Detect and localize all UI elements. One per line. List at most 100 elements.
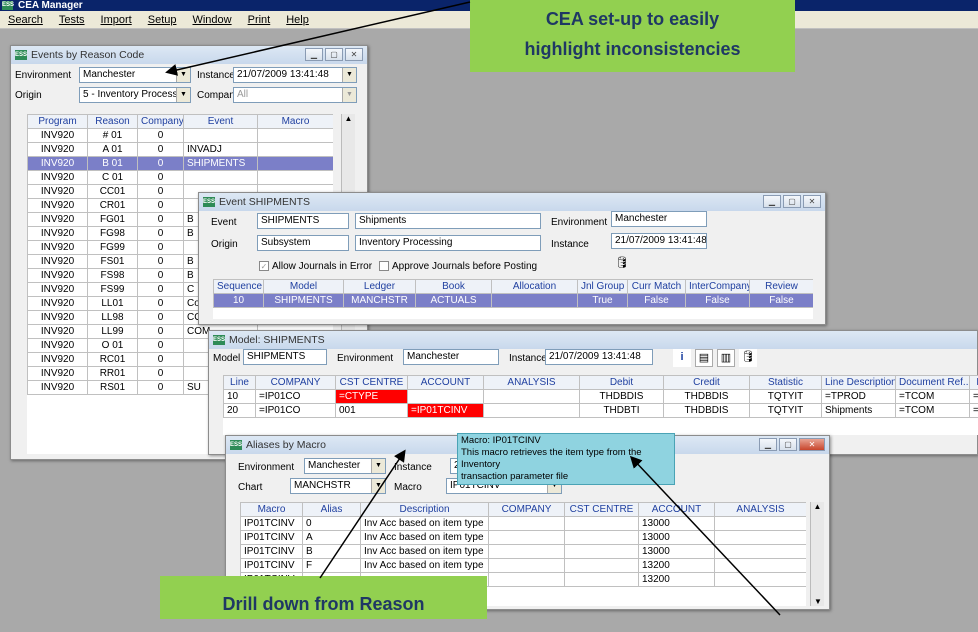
table-row[interactable]: INV920A 010INVADJ [28,143,334,157]
col-header[interactable]: Sequence [214,280,264,294]
origin-desc-field[interactable]: Inventory Processing [355,235,541,251]
col-header[interactable]: Curr Match [628,280,686,294]
allow-journals-checkbox[interactable]: ✓Allow Journals in Error [259,261,372,272]
col-header[interactable]: Description [361,503,489,517]
instance-field[interactable]: 21/07/2009 13:41:48 [611,233,707,249]
col-header[interactable]: Macro [241,503,303,517]
table-row[interactable]: IP01TCINV0Inv Acc based on item type1300… [241,517,807,531]
col-header[interactable]: CST CENTRE [336,376,408,390]
menu-tests[interactable]: Tests [51,14,93,26]
table-row[interactable]: INV920# 010 [28,129,334,143]
table-row[interactable]: 10SHIPMENTSMANCHSTRACTUALSTrueFalseFalse… [214,294,814,308]
menu-setup[interactable]: Setup [140,14,185,26]
col-event[interactable]: Event [184,115,258,129]
col-header[interactable]: ANALYSIS [715,503,807,517]
col-header[interactable]: ACCOUNT [408,376,484,390]
approve-journals-checkbox[interactable]: Approve Journals before Posting [379,261,537,272]
col-header[interactable]: Model [264,280,344,294]
col-header[interactable]: Statistic [750,376,822,390]
environment-label: Environment [551,217,607,228]
instance-select[interactable]: 21/07/2009 13:41:48▼ [233,67,357,83]
table-cell: FS98 [88,269,138,283]
document-edit-icon[interactable]: ▥ [717,349,735,367]
scroll-up-icon[interactable]: ▲ [342,114,355,123]
table-cell [489,517,565,531]
minimize-button[interactable]: ▁ [763,195,781,208]
table-row[interactable]: INV920B 010SHIPMENTS [28,157,334,171]
model-field[interactable]: SHIPMENTS [243,349,327,365]
minimize-button[interactable]: ▁ [305,48,323,61]
col-company[interactable]: Company [138,115,184,129]
environment-label: Environment [15,70,71,81]
col-reason[interactable]: Reason [88,115,138,129]
col-header[interactable]: ACCOUNT [639,503,715,517]
table-cell [492,294,578,308]
origin-select[interactable]: 5 - Inventory Processin▼ [79,87,191,103]
minimize-button[interactable]: ▁ [759,438,777,451]
col-header[interactable]: Debit [580,376,664,390]
instance-field[interactable]: 21/07/2009 13:41:48 [545,349,653,365]
menu-print[interactable]: Print [240,14,279,26]
table-row[interactable]: IP01TCINVBInv Acc based on item type1300… [241,545,807,559]
table-cell: False [750,294,814,308]
col-program[interactable]: Program [28,115,88,129]
menu-window[interactable]: Window [184,14,239,26]
col-header[interactable]: Alias [303,503,361,517]
col-header[interactable]: COMPANY [489,503,565,517]
database-icon[interactable]: 🛢 [613,255,631,273]
environment-field[interactable]: Manchester [403,349,499,365]
close-button[interactable]: ✕ [345,48,363,61]
shipments-window-titlebar[interactable]: ESS Event SHIPMENTS ▁ ▢ ✕ [199,193,825,211]
col-header[interactable]: COMPANY [256,376,336,390]
col-header[interactable]: CST CENTRE [565,503,639,517]
events-window-titlebar[interactable]: ESS Events by Reason Code ▁ ▢ ✕ [11,46,367,64]
table-cell: INV920 [28,269,88,283]
table-cell: 0 [138,129,184,143]
col-macro[interactable]: Macro [258,115,334,129]
table-row[interactable]: IP01TCINVAInv Acc based on item type1300… [241,531,807,545]
col-header[interactable]: ANALYSIS [484,376,580,390]
table-row[interactable]: INV920C 010 [28,171,334,185]
info-icon[interactable]: i [673,349,691,367]
environment-select[interactable]: Manchester▼ [304,458,386,474]
origin-code-field[interactable]: Subsystem [257,235,349,251]
model-label: Model [213,353,240,364]
scroll-down-icon[interactable]: ▼ [811,597,825,606]
environment-field[interactable]: Manchester [611,211,707,227]
maximize-button[interactable]: ▢ [783,195,801,208]
col-header[interactable]: Review [750,280,814,294]
col-header[interactable]: Jnl Group [578,280,628,294]
col-header[interactable]: Ledger [344,280,416,294]
table-row[interactable]: 10=IP01CO=CTYPETHDBDISTHDBDISTQTYIT=TPRO… [224,390,978,404]
table-row[interactable]: 20=IP01CO001=IP01TCINVTHDBTITHDBDISTQTYI… [224,404,978,418]
document-icon[interactable]: ▤ [695,349,713,367]
menu-import[interactable]: Import [93,14,140,26]
scroll-up-icon[interactable]: ▲ [811,502,824,511]
col-header[interactable]: Line [224,376,256,390]
chart-select[interactable]: MANCHSTR▼ [290,478,386,494]
close-button[interactable]: ✕ [799,438,825,451]
table-cell: =TPROD [970,404,978,418]
col-header[interactable]: InterCompany [686,280,750,294]
environment-select[interactable]: Manchester▼ [79,67,191,83]
col-header[interactable]: Document Ref... [896,376,970,390]
close-button[interactable]: ✕ [803,195,821,208]
col-header[interactable]: Credit [664,376,750,390]
company-select[interactable]: All▼ [233,87,357,103]
col-header[interactable]: Reference [970,376,978,390]
maximize-button[interactable]: ▢ [325,48,343,61]
aliases-scrollbar[interactable]: ▲ ▼ [810,502,824,606]
table-cell: INV920 [28,255,88,269]
col-header[interactable]: Line Description [822,376,896,390]
model-window-titlebar[interactable]: ESS Model: SHIPMENTS [209,331,977,349]
col-header[interactable]: Book [416,280,492,294]
table-cell [489,531,565,545]
event-code-field[interactable]: SHIPMENTS [257,213,349,229]
menu-search[interactable]: Search [0,14,51,26]
maximize-button[interactable]: ▢ [779,438,797,451]
menu-help[interactable]: Help [278,14,317,26]
event-desc-field[interactable]: Shipments [355,213,541,229]
database-icon[interactable]: 🛢 [739,349,757,367]
col-header[interactable]: Allocation [492,280,578,294]
table-row[interactable]: IP01TCINVFInv Acc based on item type1320… [241,559,807,573]
